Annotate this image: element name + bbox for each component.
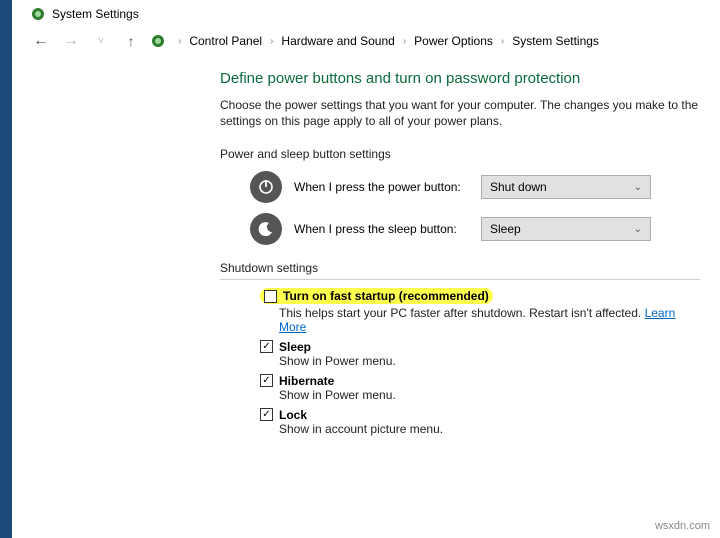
breadcrumb-item[interactable]: System Settings (510, 32, 601, 50)
hibernate-option: ✓ Hibernate Show in Power menu. (260, 374, 700, 402)
sleep-description: Show in Power menu. (279, 354, 700, 368)
highlight-marker: Turn on fast startup (recommended) (260, 288, 493, 304)
power-button-label: When I press the power button: (294, 180, 469, 194)
power-options-icon (30, 6, 46, 22)
hibernate-description: Show in Power menu. (279, 388, 700, 402)
lock-description: Show in account picture menu. (279, 422, 700, 436)
window-edge (0, 0, 12, 538)
button-settings-label: Power and sleep button settings (220, 147, 700, 161)
titlebar: System Settings (0, 0, 720, 26)
lock-option: ✓ Lock Show in account picture menu. (260, 408, 700, 436)
shutdown-settings: Shutdown settings Turn on fast startup (… (220, 261, 700, 436)
chevron-right-icon[interactable]: › (399, 36, 410, 47)
chevron-down-icon: ⌄ (634, 182, 642, 193)
power-icon (250, 171, 282, 203)
fast-startup-option: Turn on fast startup (recommended) This … (260, 288, 700, 334)
fast-startup-checkbox[interactable] (264, 290, 277, 303)
lock-checkbox[interactable]: ✓ (260, 408, 273, 421)
navbar: ← → ˅ ↑ › Control Panel › Hardware and S… (0, 26, 720, 60)
page-title: Define power buttons and turn on passwor… (220, 70, 700, 87)
chevron-right-icon[interactable]: › (266, 36, 277, 47)
sleep-button-row: When I press the sleep button: Sleep ⌄ (250, 213, 700, 245)
content-area: Define power buttons and turn on passwor… (0, 60, 720, 462)
sleep-button-label: When I press the sleep button: (294, 222, 469, 236)
breadcrumb-item[interactable]: Power Options (412, 32, 495, 50)
power-button-value: Shut down (490, 180, 547, 194)
breadcrumb: › Control Panel › Hardware and Sound › P… (174, 32, 601, 50)
recent-dropdown[interactable]: ˅ (90, 30, 112, 52)
chevron-down-icon: ⌄ (634, 224, 642, 235)
forward-button[interactable]: → (60, 30, 82, 52)
sleep-checkbox[interactable]: ✓ (260, 340, 273, 353)
sleep-button-value: Sleep (490, 222, 521, 236)
watermark: wsxdn.com (655, 520, 710, 532)
fast-startup-description: This helps start your PC faster after sh… (279, 306, 700, 334)
hibernate-label: Hibernate (279, 374, 334, 388)
back-button[interactable]: ← (30, 30, 52, 52)
breadcrumb-item[interactable]: Control Panel (187, 32, 264, 50)
up-button[interactable]: ↑ (120, 30, 142, 52)
chevron-right-icon[interactable]: › (497, 36, 508, 47)
chevron-right-icon[interactable]: › (174, 36, 185, 47)
power-button-row: When I press the power button: Shut down… (250, 171, 700, 203)
page-description: Choose the power settings that you want … (220, 97, 700, 129)
sleep-button-select[interactable]: Sleep ⌄ (481, 217, 651, 241)
fast-startup-label: Turn on fast startup (recommended) (283, 289, 489, 303)
hibernate-checkbox[interactable]: ✓ (260, 374, 273, 387)
lock-label: Lock (279, 408, 307, 422)
window-title: System Settings (52, 7, 139, 21)
sleep-option: ✓ Sleep Show in Power menu. (260, 340, 700, 368)
sleep-label: Sleep (279, 340, 311, 354)
breadcrumb-item[interactable]: Hardware and Sound (279, 32, 396, 50)
sleep-icon (250, 213, 282, 245)
power-button-select[interactable]: Shut down ⌄ (481, 175, 651, 199)
shutdown-settings-label: Shutdown settings (220, 261, 700, 280)
breadcrumb-icon (150, 33, 166, 49)
